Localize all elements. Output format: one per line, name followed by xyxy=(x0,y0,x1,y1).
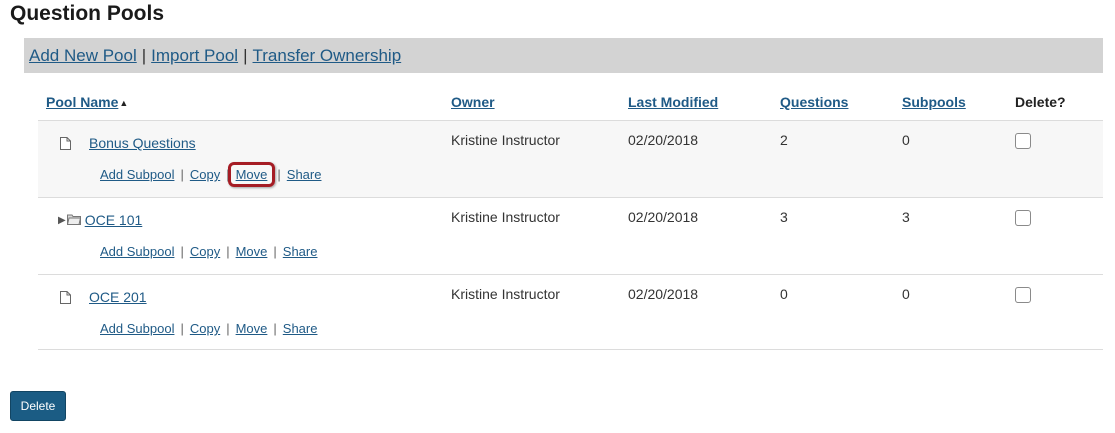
action-separator: | xyxy=(180,167,184,182)
last-modified-cell: 02/20/2018 xyxy=(628,132,699,148)
row-actions: Add Subpool | Copy | Move | Share xyxy=(100,244,317,259)
move-highlight-box: Move xyxy=(227,162,276,187)
delete-checkbox[interactable] xyxy=(1015,210,1031,226)
pool-name-cell: Bonus Questions xyxy=(60,135,196,151)
questions-cell: 3 xyxy=(780,209,788,225)
table-row: Bonus Questions Kristine Instructor 02/2… xyxy=(38,120,1103,197)
transfer-ownership-link[interactable]: Transfer Ownership xyxy=(253,46,402,66)
owner-sort-link[interactable]: Owner xyxy=(451,94,495,110)
last-modified-cell: 02/20/2018 xyxy=(628,286,699,302)
action-separator: | xyxy=(226,321,230,336)
toolbar-separator: | xyxy=(141,45,147,65)
expand-arrow-icon: ▶ xyxy=(58,214,66,226)
last-modified-cell: 02/20/2018 xyxy=(628,209,699,225)
file-icon xyxy=(60,136,71,150)
table-row: ▶ OCE 101 Kristine Instructor 02/20/2018… xyxy=(38,197,1103,274)
add-subpool-link[interactable]: Add Subpool xyxy=(100,167,174,182)
subpools-header: Subpools xyxy=(902,94,966,110)
move-link[interactable]: Move xyxy=(236,167,268,182)
move-link[interactable]: Move xyxy=(236,244,268,259)
subpools-cell: 0 xyxy=(902,286,910,302)
last-modified-header: Last Modified xyxy=(628,94,718,110)
move-link[interactable]: Move xyxy=(236,321,268,336)
share-link[interactable]: Share xyxy=(283,244,318,259)
subpools-cell: 3 xyxy=(902,209,910,225)
owner-cell: Kristine Instructor xyxy=(451,209,560,225)
share-link[interactable]: Share xyxy=(287,167,322,182)
owner-cell: Kristine Instructor xyxy=(451,132,560,148)
action-separator: | xyxy=(180,244,184,259)
pool-name-link[interactable]: OCE 201 xyxy=(89,289,147,305)
subpools-sort-link[interactable]: Subpools xyxy=(902,94,966,110)
add-subpool-link[interactable]: Add Subpool xyxy=(100,321,174,336)
share-link[interactable]: Share xyxy=(283,321,318,336)
pool-name-link[interactable]: OCE 101 xyxy=(85,212,143,228)
table-header: Pool Name▲ Owner Last Modified Questions… xyxy=(38,84,1103,120)
action-separator: | xyxy=(277,167,281,182)
sort-ascending-icon: ▲ xyxy=(119,98,129,108)
file-icon xyxy=(60,290,71,304)
pools-table: Pool Name▲ Owner Last Modified Questions… xyxy=(38,84,1103,351)
add-subpool-link[interactable]: Add Subpool xyxy=(100,244,174,259)
action-separator: | xyxy=(273,321,277,336)
row-actions: Add Subpool | Copy | Move | Share xyxy=(100,321,317,336)
pool-name-cell: OCE 201 xyxy=(60,289,147,305)
table-bottom-divider xyxy=(38,349,1103,350)
copy-link[interactable]: Copy xyxy=(190,321,220,336)
pool-name-cell: ▶ OCE 101 xyxy=(58,212,143,228)
last-modified-sort-link[interactable]: Last Modified xyxy=(628,94,718,110)
questions-cell: 2 xyxy=(780,132,788,148)
delete-checkbox[interactable] xyxy=(1015,287,1031,303)
copy-link[interactable]: Copy xyxy=(190,167,220,182)
row-actions: Add Subpool | Copy | Move | Share xyxy=(100,162,322,187)
delete-button[interactable]: Delete xyxy=(10,391,66,421)
action-separator: | xyxy=(180,321,184,336)
subpools-cell: 0 xyxy=(902,132,910,148)
delete-checkbox[interactable] xyxy=(1015,133,1031,149)
folder-icon xyxy=(66,212,81,228)
copy-link[interactable]: Copy xyxy=(190,244,220,259)
add-new-pool-link[interactable]: Add New Pool xyxy=(29,46,137,66)
questions-header: Questions xyxy=(780,94,848,110)
owner-cell: Kristine Instructor xyxy=(451,286,560,302)
pool-name-sort-link[interactable]: Pool Name xyxy=(46,94,118,110)
page-title: Question Pools xyxy=(10,2,165,25)
questions-cell: 0 xyxy=(780,286,788,302)
expand-toggle[interactable]: ▶ xyxy=(58,212,81,228)
owner-header: Owner xyxy=(451,94,495,110)
pool-name-header: Pool Name▲ xyxy=(46,94,128,110)
table-row: OCE 201 Kristine Instructor 02/20/2018 0… xyxy=(38,274,1103,351)
delete-header: Delete? xyxy=(1015,94,1066,110)
action-separator: | xyxy=(273,244,277,259)
toolbar-separator: | xyxy=(243,45,248,65)
toolbar: Add New Pool | Import Pool | Transfer Ow… xyxy=(24,38,1103,73)
action-separator: | xyxy=(226,244,230,259)
questions-sort-link[interactable]: Questions xyxy=(780,94,848,110)
pool-name-link[interactable]: Bonus Questions xyxy=(89,135,196,151)
import-pool-link[interactable]: Import Pool xyxy=(151,46,238,66)
